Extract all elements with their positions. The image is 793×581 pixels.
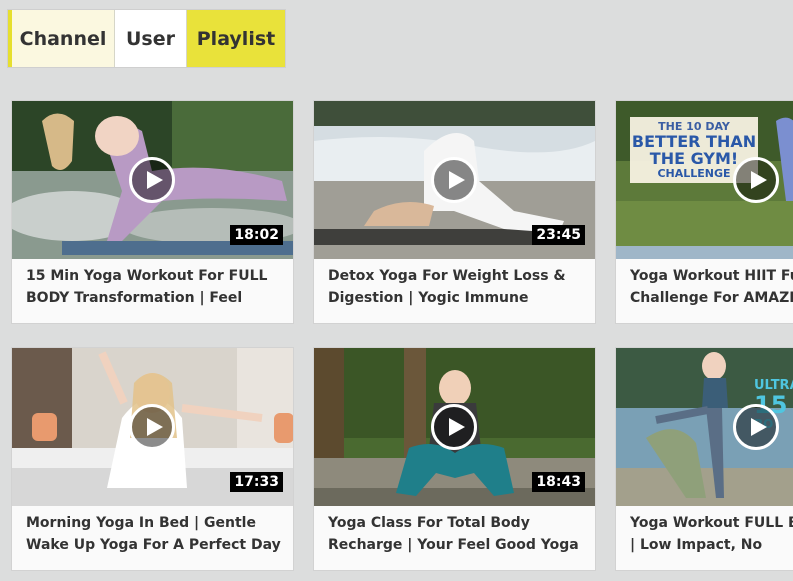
video-duration: 18:02 <box>230 225 283 245</box>
play-icon[interactable] <box>733 157 779 203</box>
video-grid: 18:02 15 Min Yoga Workout For FULL BODY … <box>0 0 793 581</box>
video-duration: 17:33 <box>230 472 283 492</box>
video-title[interactable]: Yoga Workout FULL BODY Fusion | Low Impa… <box>630 512 793 560</box>
video-thumbnail[interactable]: 23:45 <box>314 101 595 259</box>
video-title[interactable]: Yoga Workout HIIT Fusion Challenge For A… <box>630 265 793 313</box>
video-duration: 18:43 <box>532 472 585 492</box>
video-card[interactable]: 17:33 Morning Yoga In Bed | Gentle Wake … <box>12 348 293 570</box>
video-card[interactable]: 18:43 Yoga Class For Total Body Recharge… <box>314 348 595 570</box>
play-icon[interactable] <box>733 404 779 450</box>
video-card[interactable]: ULTRA 15 M BO Yoga Workout FULL BODY Fus… <box>616 348 793 570</box>
video-thumbnail[interactable]: THE 10 DAY BETTER THAN THE GYM! CHALLENG… <box>616 101 793 259</box>
video-title[interactable]: Morning Yoga In Bed | Gentle Wake Up Yog… <box>26 512 288 560</box>
video-thumbnail[interactable]: ULTRA 15 M BO <box>616 348 793 506</box>
video-thumbnail[interactable]: 18:43 <box>314 348 595 506</box>
video-thumbnail[interactable]: 18:02 <box>12 101 293 259</box>
video-card[interactable]: 23:45 Detox Yoga For Weight Loss & Diges… <box>314 101 595 323</box>
video-card[interactable]: THE 10 DAY BETTER THAN THE GYM! CHALLENG… <box>616 101 793 323</box>
play-icon[interactable] <box>129 157 175 203</box>
video-title[interactable]: Yoga Class For Total Body Recharge | You… <box>328 512 590 560</box>
video-card[interactable]: 18:02 15 Min Yoga Workout For FULL BODY … <box>12 101 293 323</box>
video-thumbnail[interactable]: 17:33 <box>12 348 293 506</box>
play-icon[interactable] <box>431 157 477 203</box>
play-icon[interactable] <box>129 404 175 450</box>
video-title[interactable]: 15 Min Yoga Workout For FULL BODY Transf… <box>26 265 288 313</box>
play-icon[interactable] <box>431 404 477 450</box>
video-title[interactable]: Detox Yoga For Weight Loss & Digestion |… <box>328 265 590 313</box>
video-duration: 23:45 <box>532 225 585 245</box>
